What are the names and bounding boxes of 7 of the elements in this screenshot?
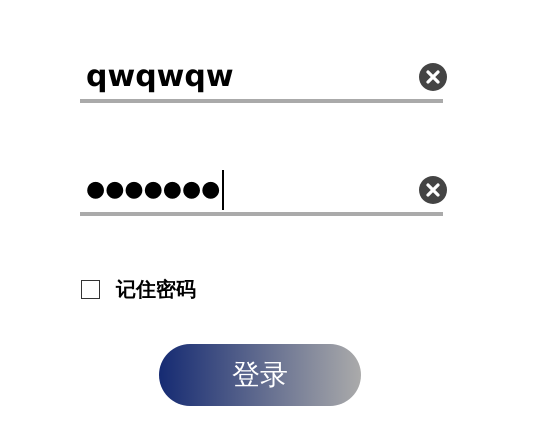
checkbox[interactable] [81, 280, 100, 298]
clear-icon[interactable] [419, 63, 447, 91]
username-field[interactable]: qwqwqw [80, 55, 443, 103]
password-field[interactable]: ●●●●●●● [80, 168, 443, 216]
login-button[interactable]: 登录 [159, 344, 361, 406]
remember-label: 记住密码 [116, 276, 196, 303]
clear-icon[interactable] [419, 176, 447, 204]
